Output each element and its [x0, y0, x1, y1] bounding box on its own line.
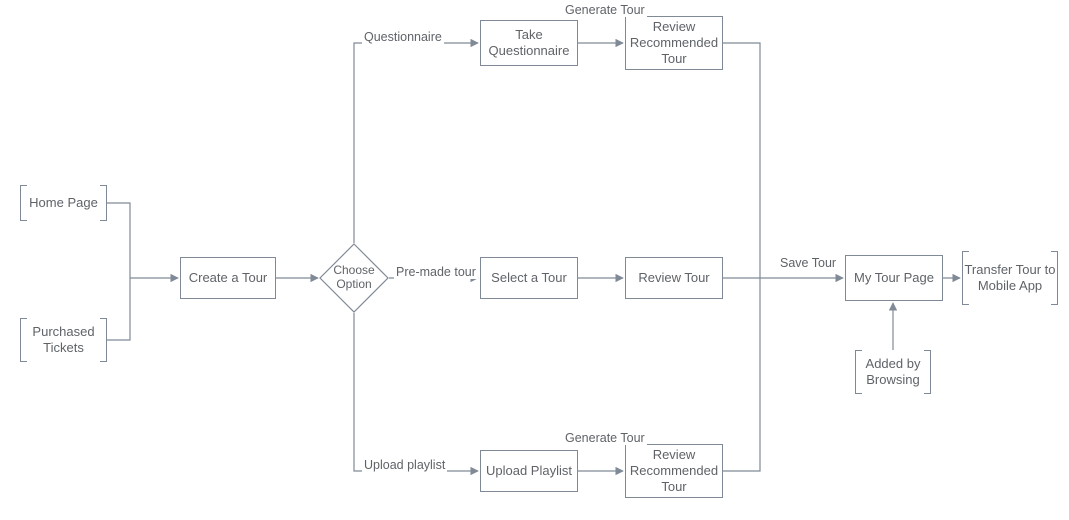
node-choose-option: Choose Option	[319, 243, 389, 313]
node-label: Added by Browsing	[855, 356, 931, 389]
flowchart-canvas: Home Page Purchased Tickets Create a Tou…	[0, 0, 1069, 520]
node-label: Review Recommended Tour	[630, 447, 718, 496]
edge-label-generate-tour-bottom: Generate Tour	[563, 431, 647, 445]
node-review-tour: Review Tour	[625, 257, 723, 299]
edge-label-generate-tour-top: Generate Tour	[563, 3, 647, 17]
node-upload-playlist: Upload Playlist	[480, 450, 578, 492]
edge-label-questionnaire: Questionnaire	[362, 30, 444, 44]
node-take-questionnaire: Take Questionnaire	[480, 20, 578, 66]
node-label: My Tour Page	[854, 270, 934, 286]
node-label: Upload Playlist	[486, 463, 572, 479]
edge-label-upload-playlist: Upload playlist	[362, 458, 447, 472]
node-home-page: Home Page	[20, 185, 107, 221]
node-my-tour-page: My Tour Page	[845, 255, 943, 301]
node-label: Transfer Tour to Mobile App	[962, 262, 1058, 295]
node-label: Take Questionnaire	[485, 27, 573, 60]
node-label: Purchased Tickets	[20, 324, 107, 357]
node-label: Review Tour	[638, 270, 709, 286]
edge-label-save-tour: Save Tour	[778, 256, 838, 270]
node-select-a-tour: Select a Tour	[480, 257, 578, 299]
node-label: Select a Tour	[491, 270, 567, 286]
node-label: Home Page	[29, 195, 98, 211]
node-added-by-browsing: Added by Browsing	[855, 350, 931, 394]
node-label: Create a Tour	[189, 270, 268, 286]
node-label: Review Recommended Tour	[630, 19, 718, 68]
node-transfer-tour-to-mobile-app: Transfer Tour to Mobile App	[962, 251, 1058, 305]
node-review-recommended-tour-bottom: Review Recommended Tour	[625, 444, 723, 498]
edge-label-premade-tour: Pre-made tour	[394, 265, 478, 279]
node-create-a-tour: Create a Tour	[180, 257, 276, 299]
node-label: Choose Option	[319, 264, 389, 292]
node-purchased-tickets: Purchased Tickets	[20, 318, 107, 362]
node-review-recommended-tour-top: Review Recommended Tour	[625, 16, 723, 70]
